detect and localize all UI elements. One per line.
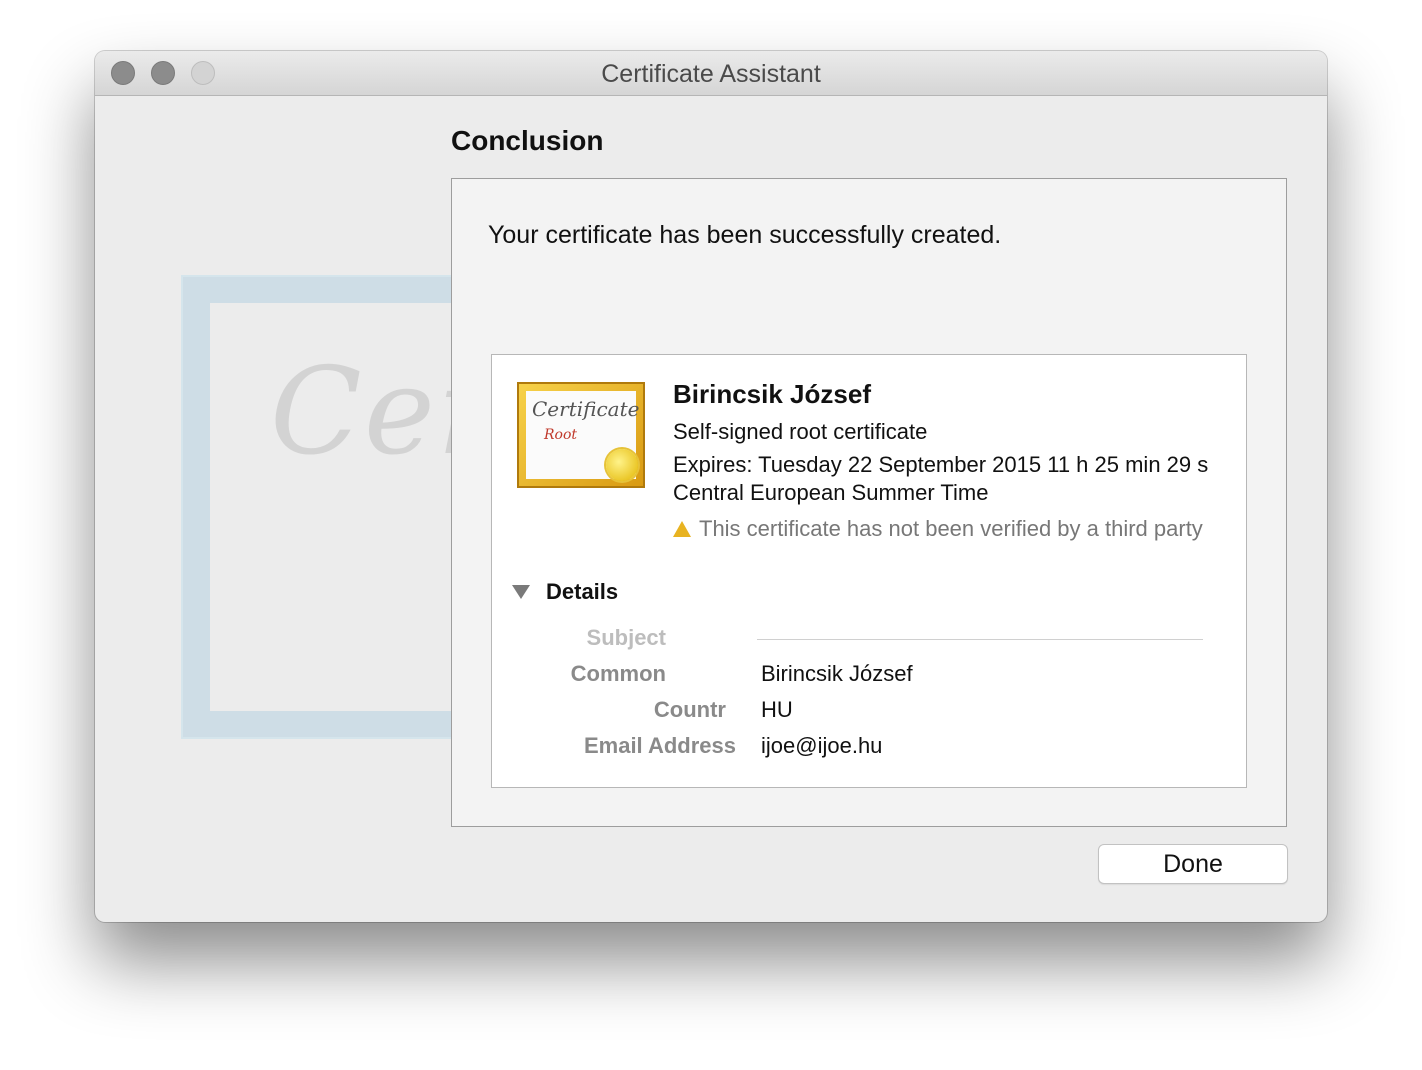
done-button[interactable]: Done bbox=[1098, 844, 1288, 884]
detail-label-common: Common bbox=[570, 661, 666, 686]
certificate-assistant-window: Certificate Assistant Certif Conclusion … bbox=[95, 51, 1327, 922]
success-message: Your certificate has been successfully c… bbox=[488, 221, 1002, 249]
certificate-card: Certificate Root Birincsik József Self-s… bbox=[491, 354, 1247, 788]
certificate-type: Self-signed root certificate bbox=[673, 419, 928, 444]
detail-value-country: HU bbox=[761, 697, 793, 722]
page-title: Conclusion bbox=[451, 125, 604, 156]
detail-label-country: Countr bbox=[653, 697, 726, 722]
conclusion-panel: Your certificate has been successfully c… bbox=[451, 178, 1287, 827]
detail-value-email: ijoe@ijoe.hu bbox=[761, 733, 883, 758]
certificate-icon-subtitle: Root bbox=[544, 427, 578, 443]
detail-value-common: Birincsik József bbox=[761, 661, 913, 686]
certificate-icon: Certificate Root bbox=[517, 382, 645, 488]
details-label[interactable]: Details bbox=[546, 579, 618, 605]
verification-warning: This certificate has not been verified b… bbox=[673, 515, 1213, 543]
certificate-expiry: Expires: Tuesday 22 September 2015 11 h … bbox=[673, 452, 1209, 505]
disclosure-triangle-icon[interactable] bbox=[512, 585, 530, 599]
subject-section-label: Subject bbox=[586, 625, 666, 650]
warning-icon bbox=[673, 521, 691, 537]
certificate-name: Birincsik József bbox=[673, 379, 871, 409]
seal-icon bbox=[606, 449, 638, 481]
window-title: Certificate Assistant bbox=[601, 60, 821, 88]
subject-divider bbox=[757, 639, 1203, 640]
certificate-icon-title: Certificate bbox=[532, 397, 640, 421]
verification-warning-text: This certificate has not been verified b… bbox=[699, 516, 1203, 541]
title-bar[interactable]: Certificate Assistant bbox=[95, 51, 1327, 96]
details-disclosure[interactable]: Details bbox=[512, 579, 618, 605]
detail-label-email: Email Address bbox=[583, 733, 736, 758]
